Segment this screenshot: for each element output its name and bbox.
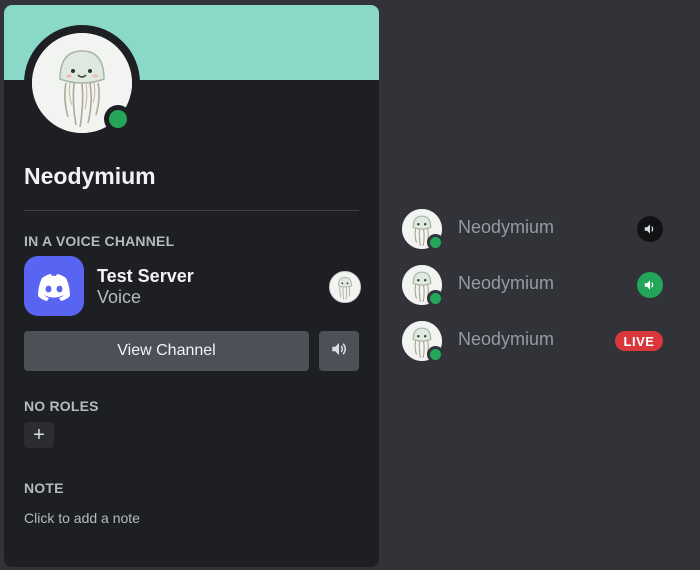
voice-participant-row[interactable]: Neodymium bbox=[400, 207, 670, 251]
roles-section-title: NO ROLES bbox=[24, 398, 99, 414]
note-input[interactable]: Click to add a note bbox=[24, 510, 140, 526]
server-name: Test Server bbox=[97, 266, 194, 286]
discord-server-icon[interactable] bbox=[24, 256, 84, 316]
profile-popout: Neodymium IN A VOICE CHANNEL Test Server… bbox=[4, 5, 379, 567]
participant-name: Neodymium bbox=[458, 273, 555, 293]
note-section-title: NOTE bbox=[24, 480, 64, 496]
profile-username: Neodymium bbox=[24, 163, 156, 189]
speaker-speaking-icon bbox=[637, 272, 663, 298]
live-badge: LIVE bbox=[615, 331, 663, 351]
voice-participant-row[interactable]: Neodymium LIVE bbox=[400, 319, 670, 363]
speaker-icon bbox=[330, 340, 348, 363]
online-status-indicator bbox=[427, 234, 444, 251]
add-role-button[interactable]: + bbox=[24, 422, 54, 448]
divider bbox=[24, 210, 359, 211]
online-status-indicator bbox=[104, 105, 132, 133]
participant-name: Neodymium bbox=[458, 329, 555, 349]
volume-button[interactable] bbox=[319, 331, 359, 371]
online-status-indicator bbox=[427, 290, 444, 307]
voice-section-title: IN A VOICE CHANNEL bbox=[24, 233, 175, 249]
speaker-icon bbox=[637, 216, 663, 242]
voice-participant-row[interactable]: Neodymium bbox=[400, 263, 670, 307]
channel-name: Voice bbox=[97, 287, 142, 307]
participant-name: Neodymium bbox=[458, 217, 555, 237]
channel-member-avatar[interactable] bbox=[329, 271, 361, 303]
online-status-indicator bbox=[427, 346, 444, 363]
avatar-ring bbox=[24, 25, 140, 141]
view-channel-button[interactable]: View Channel bbox=[24, 331, 309, 371]
